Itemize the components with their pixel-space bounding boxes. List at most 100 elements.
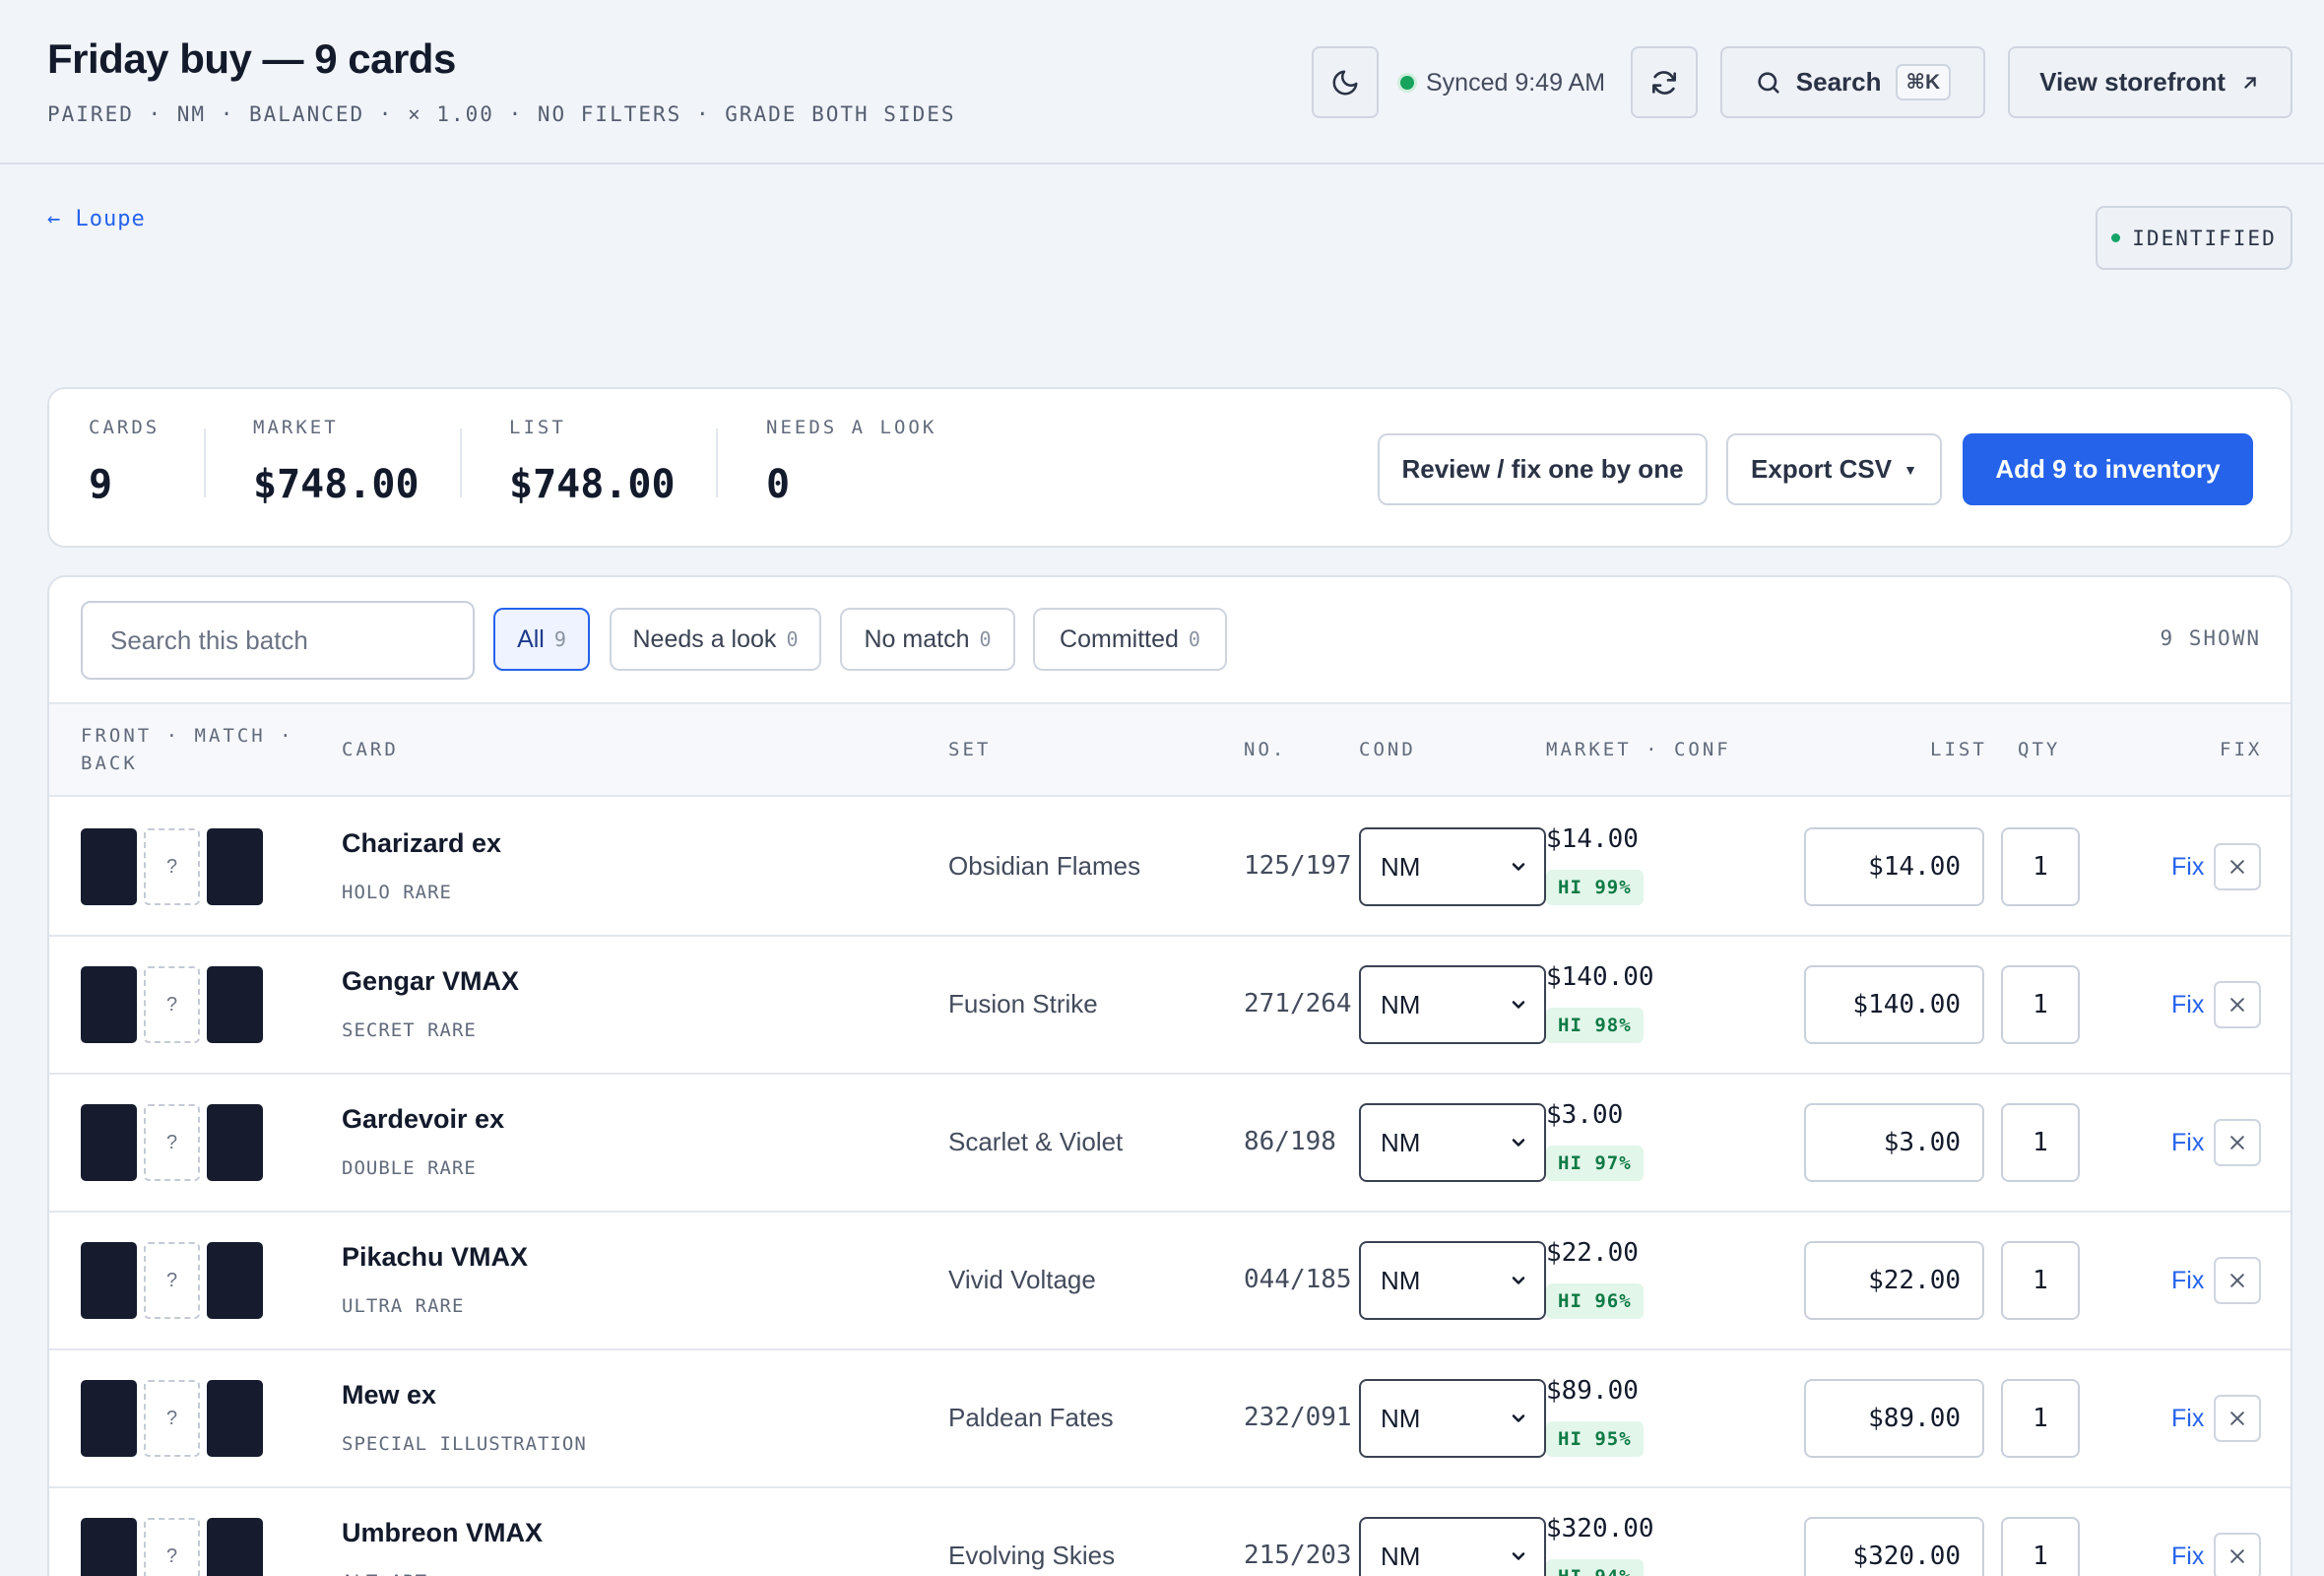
export-csv-button[interactable]: Export CSV ▼	[1726, 433, 1942, 505]
list-price-input[interactable]: $320.00	[1804, 1517, 1984, 1576]
chip-count: 0	[979, 627, 992, 651]
status-dot	[2111, 233, 2121, 242]
quantity-input[interactable]: 1	[2001, 1379, 2080, 1458]
remove-row-button[interactable]	[2214, 1119, 2261, 1166]
table-row: ? Umbreon VMAX ALT ART Evolving Skies 21…	[49, 1488, 2291, 1576]
condition-select[interactable]: NM	[1359, 1103, 1546, 1182]
refresh-sync-button[interactable]	[1631, 46, 1698, 118]
filter-chip-all[interactable]: All 9	[493, 608, 590, 671]
batch-search-input[interactable]	[81, 601, 475, 680]
batch-settings-summary: PAIRED · NM · BALANCED · × 1.00 · NO FIL…	[47, 102, 956, 126]
quantity-input[interactable]: 1	[2001, 827, 2080, 906]
fix-link[interactable]: Fix	[2171, 853, 2204, 882]
list-price-input[interactable]: $140.00	[1804, 965, 1984, 1044]
remove-row-button[interactable]	[2214, 1395, 2261, 1442]
fix-link[interactable]: Fix	[2171, 1543, 2204, 1571]
fix-link[interactable]: Fix	[2171, 1129, 2204, 1157]
condition-select[interactable]: NM	[1359, 827, 1546, 906]
theme-toggle-button[interactable]	[1312, 46, 1379, 118]
column-header-fix: FIX	[2220, 739, 2263, 760]
card-number: 215/203	[1244, 1541, 1352, 1570]
card-back-thumbnail[interactable]	[207, 1380, 263, 1457]
match-thumbnail[interactable]: ?	[144, 828, 200, 905]
column-header-list: LIST	[1930, 739, 1987, 760]
market-price: $140.00	[1546, 962, 1654, 992]
card-back-thumbnail[interactable]	[207, 828, 263, 905]
card-name: Charizard ex	[342, 828, 502, 858]
match-thumbnail[interactable]: ?	[144, 1242, 200, 1319]
column-header-set: SET	[948, 739, 992, 760]
match-thumbnail[interactable]: ?	[144, 966, 200, 1043]
match-thumbnail[interactable]: ?	[144, 1380, 200, 1457]
card-number: 125/197	[1244, 851, 1352, 881]
stat-value: 0	[766, 462, 791, 507]
card-front-thumbnail[interactable]	[81, 966, 137, 1043]
storefront-button-label: View storefront	[2039, 67, 2226, 97]
market-price: $89.00	[1546, 1376, 1639, 1406]
card-number: 044/185	[1244, 1265, 1352, 1294]
column-header-card: CARD	[342, 739, 399, 760]
fix-link[interactable]: Fix	[2171, 1405, 2204, 1433]
view-storefront-button[interactable]: View storefront	[2008, 46, 2292, 118]
market-price: $3.00	[1546, 1100, 1624, 1130]
quantity-input[interactable]: 1	[2001, 965, 2080, 1044]
card-front-thumbnail[interactable]	[81, 1380, 137, 1457]
match-placeholder: ?	[165, 1407, 178, 1429]
filter-chip-committed[interactable]: Committed 0	[1033, 608, 1227, 671]
filter-chip-no-match[interactable]: No match 0	[840, 608, 1015, 671]
remove-row-button[interactable]	[2214, 1533, 2261, 1576]
table-header: FRONT · MATCH · BACK CARD SET NO. COND M…	[49, 702, 2291, 797]
export-csv-label: Export CSV	[1751, 454, 1893, 484]
global-search-button[interactable]: Search ⌘K	[1720, 46, 1985, 118]
external-link-icon	[2244, 76, 2256, 89]
remove-row-button[interactable]	[2214, 843, 2261, 890]
stat-cards: CARDS 9	[89, 417, 160, 507]
card-back-thumbnail[interactable]	[207, 1518, 263, 1576]
chevron-down-icon	[1512, 1552, 1525, 1560]
card-front-thumbnail[interactable]	[81, 1242, 137, 1319]
quantity-input[interactable]: 1	[2001, 1241, 2080, 1320]
match-thumbnail[interactable]: ?	[144, 1518, 200, 1576]
confidence-badge: HI 98%	[1546, 1008, 1644, 1043]
quantity-input[interactable]: 1	[2001, 1517, 2080, 1576]
close-icon	[2230, 998, 2244, 1012]
card-back-thumbnail[interactable]	[207, 1242, 263, 1319]
list-price-input[interactable]: $89.00	[1804, 1379, 1984, 1458]
card-front-thumbnail[interactable]	[81, 828, 137, 905]
stat-divider	[460, 428, 462, 497]
fix-link[interactable]: Fix	[2171, 991, 2204, 1019]
remove-row-button[interactable]	[2214, 1257, 2261, 1304]
condition-select[interactable]: NM	[1359, 1517, 1546, 1576]
close-icon	[2230, 1549, 2244, 1563]
review-fix-button[interactable]: Review / fix one by one	[1378, 433, 1708, 505]
quantity-input[interactable]: 1	[2001, 1103, 2080, 1182]
condition-select[interactable]: NM	[1359, 1379, 1546, 1458]
search-icon	[1758, 71, 1779, 94]
close-icon	[2230, 1274, 2244, 1287]
list-price-input[interactable]: $22.00	[1804, 1241, 1984, 1320]
chip-label: Committed	[1060, 624, 1179, 653]
stat-divider	[204, 428, 206, 497]
card-back-thumbnail[interactable]	[207, 966, 263, 1043]
match-thumbnail[interactable]: ?	[144, 1104, 200, 1181]
chevron-down-icon	[1512, 1001, 1525, 1009]
filter-chip-needs-a-look[interactable]: Needs a look 0	[610, 608, 821, 671]
condition-value: NM	[1381, 989, 1421, 1019]
stat-value: $748.00	[253, 462, 420, 507]
card-name: Gardevoir ex	[342, 1104, 505, 1134]
remove-row-button[interactable]	[2214, 981, 2261, 1028]
condition-select[interactable]: NM	[1359, 965, 1546, 1044]
condition-select[interactable]: NM	[1359, 1241, 1546, 1320]
list-price-input[interactable]: $3.00	[1804, 1103, 1984, 1182]
card-front-thumbnail[interactable]	[81, 1518, 137, 1576]
fix-link[interactable]: Fix	[2171, 1267, 2204, 1295]
list-price-input[interactable]: $14.00	[1804, 827, 1984, 906]
chevron-down-icon	[1512, 1277, 1525, 1284]
column-header-market: MARKET · CONF	[1546, 739, 1731, 760]
card-back-thumbnail[interactable]	[207, 1104, 263, 1181]
chip-label: Needs a look	[632, 624, 777, 653]
add-to-inventory-button[interactable]: Add 9 to inventory	[1963, 433, 2253, 505]
card-rarity: HOLO RARE	[342, 882, 452, 903]
back-to-loupe-link[interactable]: ← Loupe	[47, 207, 146, 231]
card-front-thumbnail[interactable]	[81, 1104, 137, 1181]
